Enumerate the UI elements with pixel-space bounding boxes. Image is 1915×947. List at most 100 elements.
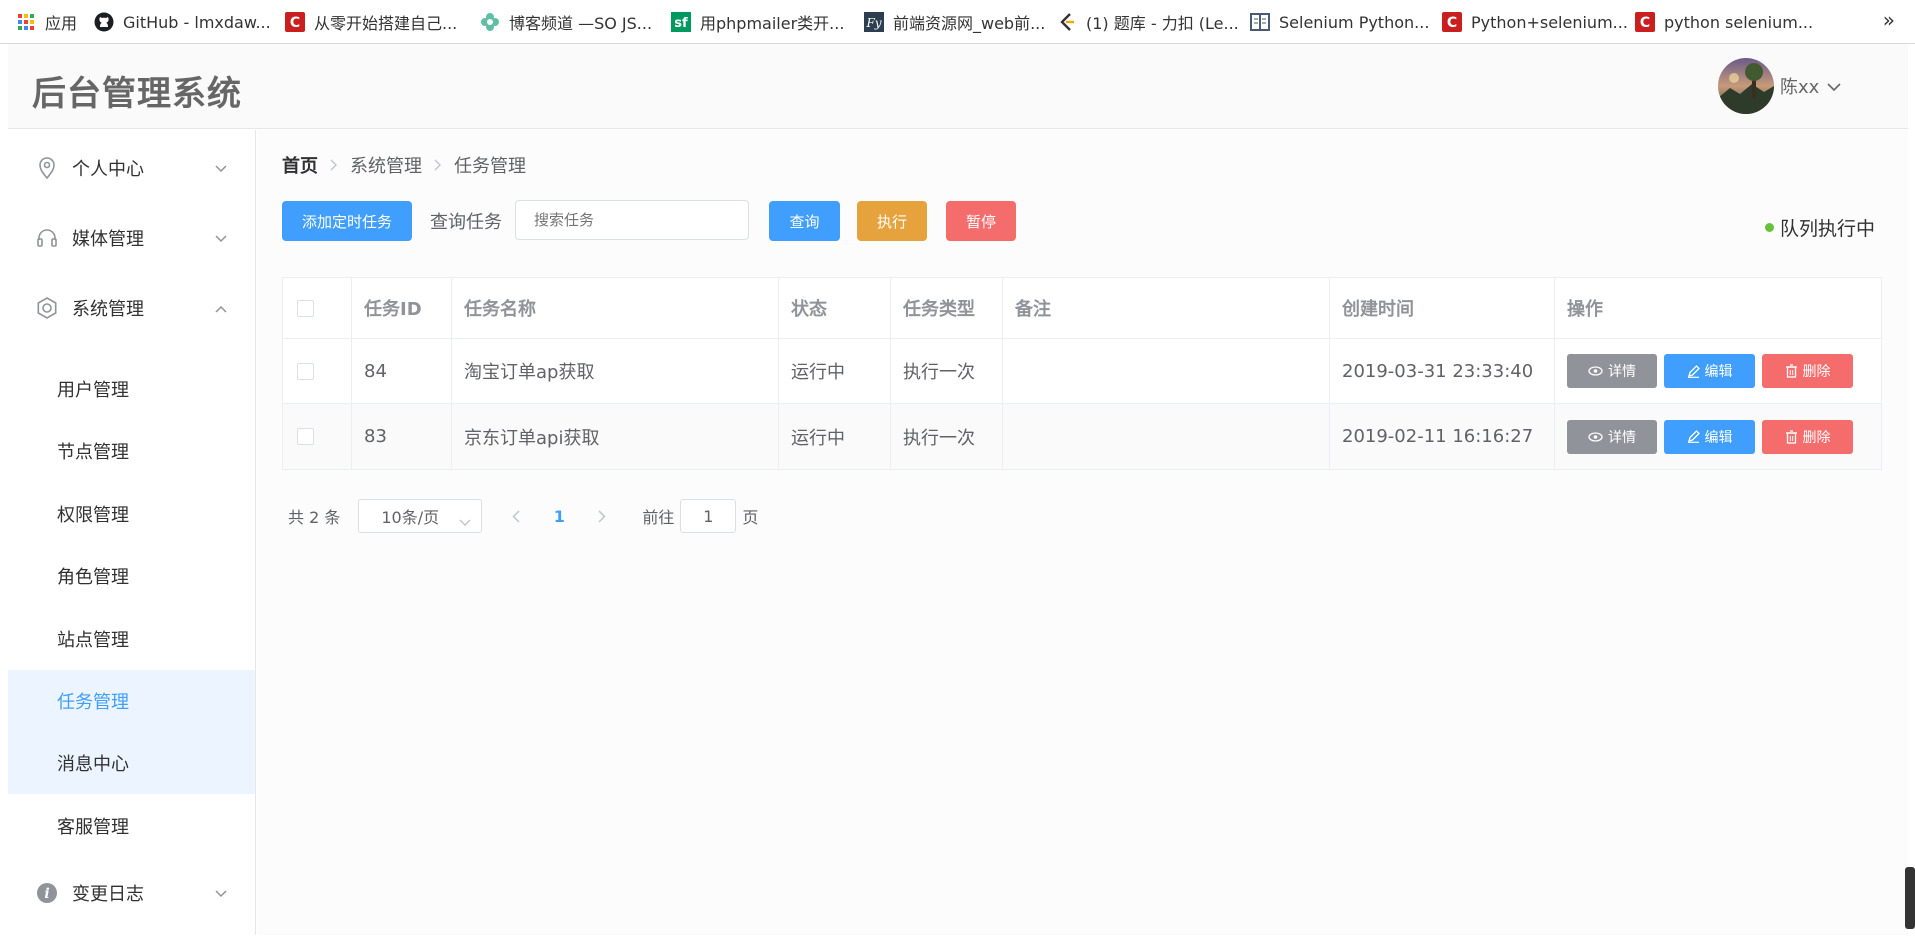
sidebar-item-messages[interactable]: 消息中心	[8, 732, 255, 794]
edit-label: 编辑	[1704, 364, 1733, 380]
sidebar-item-label: 任务管理	[57, 692, 129, 713]
bookmark-csdn-3[interactable]: C python selenium...	[1635, 0, 1813, 44]
avatar[interactable]	[1718, 58, 1774, 114]
chevron-down-icon	[214, 883, 228, 904]
sidebar-item-changelog[interactable]: i 变更日志	[8, 862, 255, 924]
user-menu[interactable]: 陈xx	[1718, 58, 1841, 114]
bookmark-label: 应用	[45, 14, 78, 33]
scrollbar-thumb[interactable]	[1905, 867, 1915, 929]
bookmark-csdn-1[interactable]: C 从零开始搭建自己...	[285, 0, 457, 44]
svg-text:C: C	[290, 15, 300, 31]
bookmark-blog[interactable]: 博客频道 —SO JS...	[480, 0, 652, 44]
chevron-right-icon	[598, 509, 606, 523]
query-task-label: 查询任务	[430, 212, 502, 233]
next-page-button[interactable]	[584, 499, 620, 533]
header-select-all[interactable]	[283, 278, 352, 338]
breadcrumb-system: 系统管理	[350, 156, 422, 177]
book-icon	[1250, 12, 1270, 32]
queue-status: 队列执行中	[1765, 214, 1875, 241]
bookmark-apps[interactable]: 应用	[16, 0, 77, 44]
sidebar-item-system[interactable]: 系统管理	[8, 277, 255, 339]
detail-button[interactable]: 详情	[1567, 354, 1657, 388]
bookmark-frontend[interactable]: Fy 前端资源网_web前...	[864, 0, 1045, 44]
bookmark-label: python selenium...	[1664, 12, 1814, 32]
bookmark-csdn-2[interactable]: C Python+selenium...	[1442, 0, 1628, 44]
pagination-total: 共 2 条	[288, 508, 341, 527]
chevron-left-icon	[512, 509, 520, 523]
page-size-value: 10条/页	[381, 508, 440, 527]
fy-icon: Fy	[864, 12, 884, 32]
chevron-right-icon	[330, 156, 338, 175]
info-icon: i	[35, 881, 59, 905]
goto-page-input[interactable]: 1	[680, 499, 737, 533]
delete-label: 删除	[1802, 429, 1831, 446]
detail-button[interactable]: 详情	[1567, 419, 1657, 454]
sidebar-item-label: 个人中心	[72, 159, 144, 180]
sidebar-item-permissions[interactable]: 权限管理	[8, 483, 255, 545]
breadcrumb: 首页 系统管理 任务管理	[282, 152, 526, 178]
table-row: 84 淘宝订单ap获取 运行中 执行一次 2019-03-31 23:33:40…	[283, 339, 1881, 404]
bookmark-label: 前端资源网_web前...	[893, 14, 1046, 33]
chevron-right-icon	[434, 156, 442, 175]
page-size-select[interactable]: 10条/页	[358, 499, 483, 533]
bookmark-github[interactable]: GitHub - lmxdaw...	[94, 0, 271, 44]
delete-button[interactable]: 删除	[1762, 419, 1853, 454]
gear-icon	[35, 296, 59, 320]
cell-note	[1003, 404, 1330, 469]
flower-icon	[480, 12, 500, 32]
prev-page-button[interactable]	[498, 499, 534, 533]
svg-text:C: C	[1640, 15, 1650, 31]
page-number-current[interactable]: 1	[534, 499, 584, 533]
chevron-down-icon	[214, 228, 228, 249]
cell-note	[1003, 339, 1330, 403]
search-button[interactable]: 查询	[769, 201, 840, 241]
bookmark-sf[interactable]: sf 用phpmailer类开...	[671, 0, 844, 44]
pause-button[interactable]: 暂停	[946, 201, 1016, 241]
bookmarks-more-button[interactable]: »	[1883, 8, 1895, 32]
bookmark-leetcode[interactable]: (1) 题库 - 力扣 (Le...	[1057, 0, 1239, 44]
column-header: 创建时间	[1330, 278, 1555, 338]
sidebar-item-users[interactable]: 用户管理	[8, 358, 255, 420]
edit-button[interactable]: 编辑	[1664, 419, 1755, 454]
csdn-icon: C	[1635, 12, 1655, 32]
svg-text:i: i	[44, 886, 49, 902]
checkbox[interactable]	[297, 299, 314, 317]
cell-task-name: 淘宝订单ap获取	[452, 339, 779, 403]
column-header: 任务ID	[352, 278, 452, 338]
cell-actions: 详情 编辑 删除	[1555, 339, 1881, 403]
delete-button[interactable]: 删除	[1762, 354, 1853, 388]
row-select[interactable]	[283, 404, 352, 469]
sidebar-item-sites[interactable]: 站点管理	[8, 608, 255, 670]
trash-icon	[1785, 429, 1797, 444]
sidebar-item-nodes[interactable]: 节点管理	[8, 420, 255, 482]
checkbox[interactable]	[297, 428, 314, 445]
goto-label: 前往	[642, 508, 675, 527]
edit-button[interactable]: 编辑	[1664, 354, 1755, 388]
sidebar-item-label: 变更日志	[72, 884, 144, 905]
edit-label: 编辑	[1704, 429, 1733, 446]
sidebar-item-customer-service[interactable]: 客服管理	[8, 795, 255, 857]
checkbox[interactable]	[297, 362, 314, 380]
execute-button[interactable]: 执行	[857, 201, 927, 241]
sidebar-item-label: 客服管理	[57, 817, 129, 838]
sf-icon: sf	[671, 12, 691, 32]
bookmark-selenium[interactable]: Selenium Python...	[1250, 0, 1429, 44]
task-table: 任务ID 任务名称 状态 任务类型 备注 创建时间 操作 84 淘宝订单ap获取…	[282, 277, 1882, 470]
sidebar-item-roles[interactable]: 角色管理	[8, 545, 255, 607]
page-unit-label: 页	[742, 508, 759, 527]
cell-status: 运行中	[779, 404, 891, 469]
app-header: 后台管理系统 陈xx	[8, 44, 1908, 129]
bookmark-label: Selenium Python...	[1279, 12, 1430, 32]
app-title: 后台管理系统	[32, 74, 242, 114]
sidebar-item-personal[interactable]: 个人中心	[8, 137, 255, 199]
add-scheduled-task-button[interactable]: 添加定时任务	[282, 201, 412, 241]
sidebar-item-tasks[interactable]: 任务管理	[8, 670, 255, 732]
search-input[interactable]	[515, 200, 749, 240]
chevron-down-icon	[214, 158, 228, 179]
row-select[interactable]	[283, 339, 352, 403]
table-row: 83 京东订单api获取 运行中 执行一次 2019-02-11 16:16:2…	[283, 404, 1881, 469]
headset-icon	[35, 226, 59, 250]
apps-grid-icon	[16, 12, 36, 32]
breadcrumb-home[interactable]: 首页	[282, 152, 318, 178]
sidebar-item-media[interactable]: 媒体管理	[8, 207, 255, 269]
